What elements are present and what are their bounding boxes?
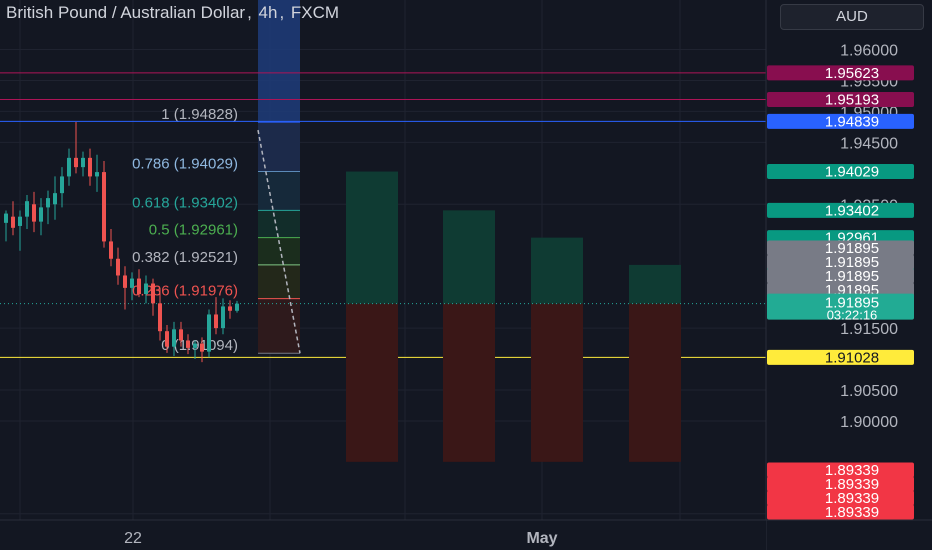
fib-zone-1 bbox=[258, 171, 300, 211]
candle-body-20 bbox=[144, 283, 148, 295]
candle-body-24 bbox=[172, 329, 176, 347]
position-profit-zone-1 bbox=[443, 210, 495, 304]
bar-countdown-label: 03:22:16 bbox=[827, 308, 878, 323]
fib-zone-5 bbox=[258, 298, 300, 354]
fib-level-label-1: 0.786 (1.94029) bbox=[132, 156, 238, 173]
candle-body-22 bbox=[158, 303, 162, 332]
candle-body-17 bbox=[123, 275, 127, 288]
fib-zone-2 bbox=[258, 210, 300, 238]
time-tick-label-0: 22 bbox=[124, 530, 142, 547]
candle-body-33 bbox=[235, 303, 239, 311]
candle-body-8 bbox=[60, 176, 64, 194]
candle-body-25 bbox=[179, 329, 183, 341]
candle-body-11 bbox=[81, 157, 85, 168]
candle-body-4 bbox=[32, 204, 36, 222]
position-profit-zone-0 bbox=[346, 171, 398, 304]
price-tick-label-3: 1.94500 bbox=[840, 135, 898, 152]
position-loss-zone-3 bbox=[629, 303, 681, 462]
position-loss-zone-2 bbox=[531, 303, 583, 462]
position-loss-zone-0 bbox=[346, 303, 398, 462]
price-tick-label-5: 1.91500 bbox=[840, 321, 898, 338]
price-badge-label-0: 1.95623 bbox=[825, 65, 879, 82]
candle-body-14 bbox=[102, 172, 106, 242]
candle-body-0 bbox=[4, 213, 8, 223]
candle-body-5 bbox=[39, 207, 43, 222]
candle-body-13 bbox=[95, 172, 99, 177]
fib-level-label-2: 0.618 (1.93402) bbox=[132, 194, 238, 211]
candle-body-32 bbox=[228, 306, 232, 311]
candle-body-12 bbox=[88, 157, 92, 177]
symbol-exchange: FXCM bbox=[290, 3, 340, 22]
candle-body-28 bbox=[200, 343, 204, 352]
price-tick-label-7: 1.90000 bbox=[840, 414, 898, 431]
candle-body-29 bbox=[207, 314, 211, 352]
candle-body-23 bbox=[165, 331, 169, 347]
fib-zone-0 bbox=[258, 122, 300, 172]
price-tick-label-0: 1.96000 bbox=[840, 43, 898, 60]
candle-body-10 bbox=[74, 157, 78, 168]
candle-body-3 bbox=[25, 201, 29, 217]
currency-button[interactable]: AUD bbox=[780, 4, 924, 30]
candle-body-19 bbox=[137, 278, 141, 295]
position-profit-zone-3 bbox=[629, 264, 681, 304]
fib-level-label-4: 0.382 (1.92521) bbox=[132, 249, 238, 266]
symbol-name: British Pound / Australian Dollar bbox=[6, 3, 246, 22]
candle-body-1 bbox=[11, 216, 15, 228]
price-badge-label-4: 1.93402 bbox=[825, 202, 879, 219]
price-badge-label-11: 1.91028 bbox=[825, 349, 879, 366]
candle-body-7 bbox=[53, 193, 57, 205]
fib-level-label-0: 1 (1.94828) bbox=[161, 106, 238, 123]
time-axis-background bbox=[0, 520, 766, 550]
candle-body-2 bbox=[18, 216, 22, 226]
candle-body-21 bbox=[151, 283, 155, 304]
price-chart[interactable]: 1 (1.94828) 0.786 (1.94029) 0.618 (1.93402… bbox=[0, 0, 932, 550]
price-badge-label-1: 1.95193 bbox=[825, 91, 879, 108]
symbol-title[interactable]: British Pound / Australian Dollar, 4h, F… bbox=[6, 3, 339, 23]
price-badge-label-3: 1.94029 bbox=[825, 164, 879, 181]
fib-level-label-3: 0.5 (1.92961) bbox=[149, 222, 238, 239]
candle-body-30 bbox=[214, 314, 218, 329]
position-profit-zone-2 bbox=[531, 237, 583, 304]
candle-body-15 bbox=[109, 241, 113, 259]
fib-zone-4 bbox=[258, 264, 300, 299]
position-loss-zone-1 bbox=[443, 303, 495, 462]
time-tick-label-1: May bbox=[526, 530, 557, 547]
candle-body-6 bbox=[46, 198, 50, 208]
candle-body-18 bbox=[130, 278, 134, 288]
candle-body-26 bbox=[186, 340, 190, 348]
price-tick-label-6: 1.90500 bbox=[840, 383, 898, 400]
candle-body-9 bbox=[67, 157, 71, 177]
symbol-interval: 4h bbox=[258, 3, 278, 22]
candle-body-27 bbox=[193, 343, 197, 348]
candle-body-31 bbox=[221, 306, 225, 329]
price-badge-label-2: 1.94839 bbox=[825, 113, 879, 130]
price-badge-label-15: 1.89339 bbox=[825, 504, 879, 521]
candle-body-16 bbox=[116, 258, 120, 276]
